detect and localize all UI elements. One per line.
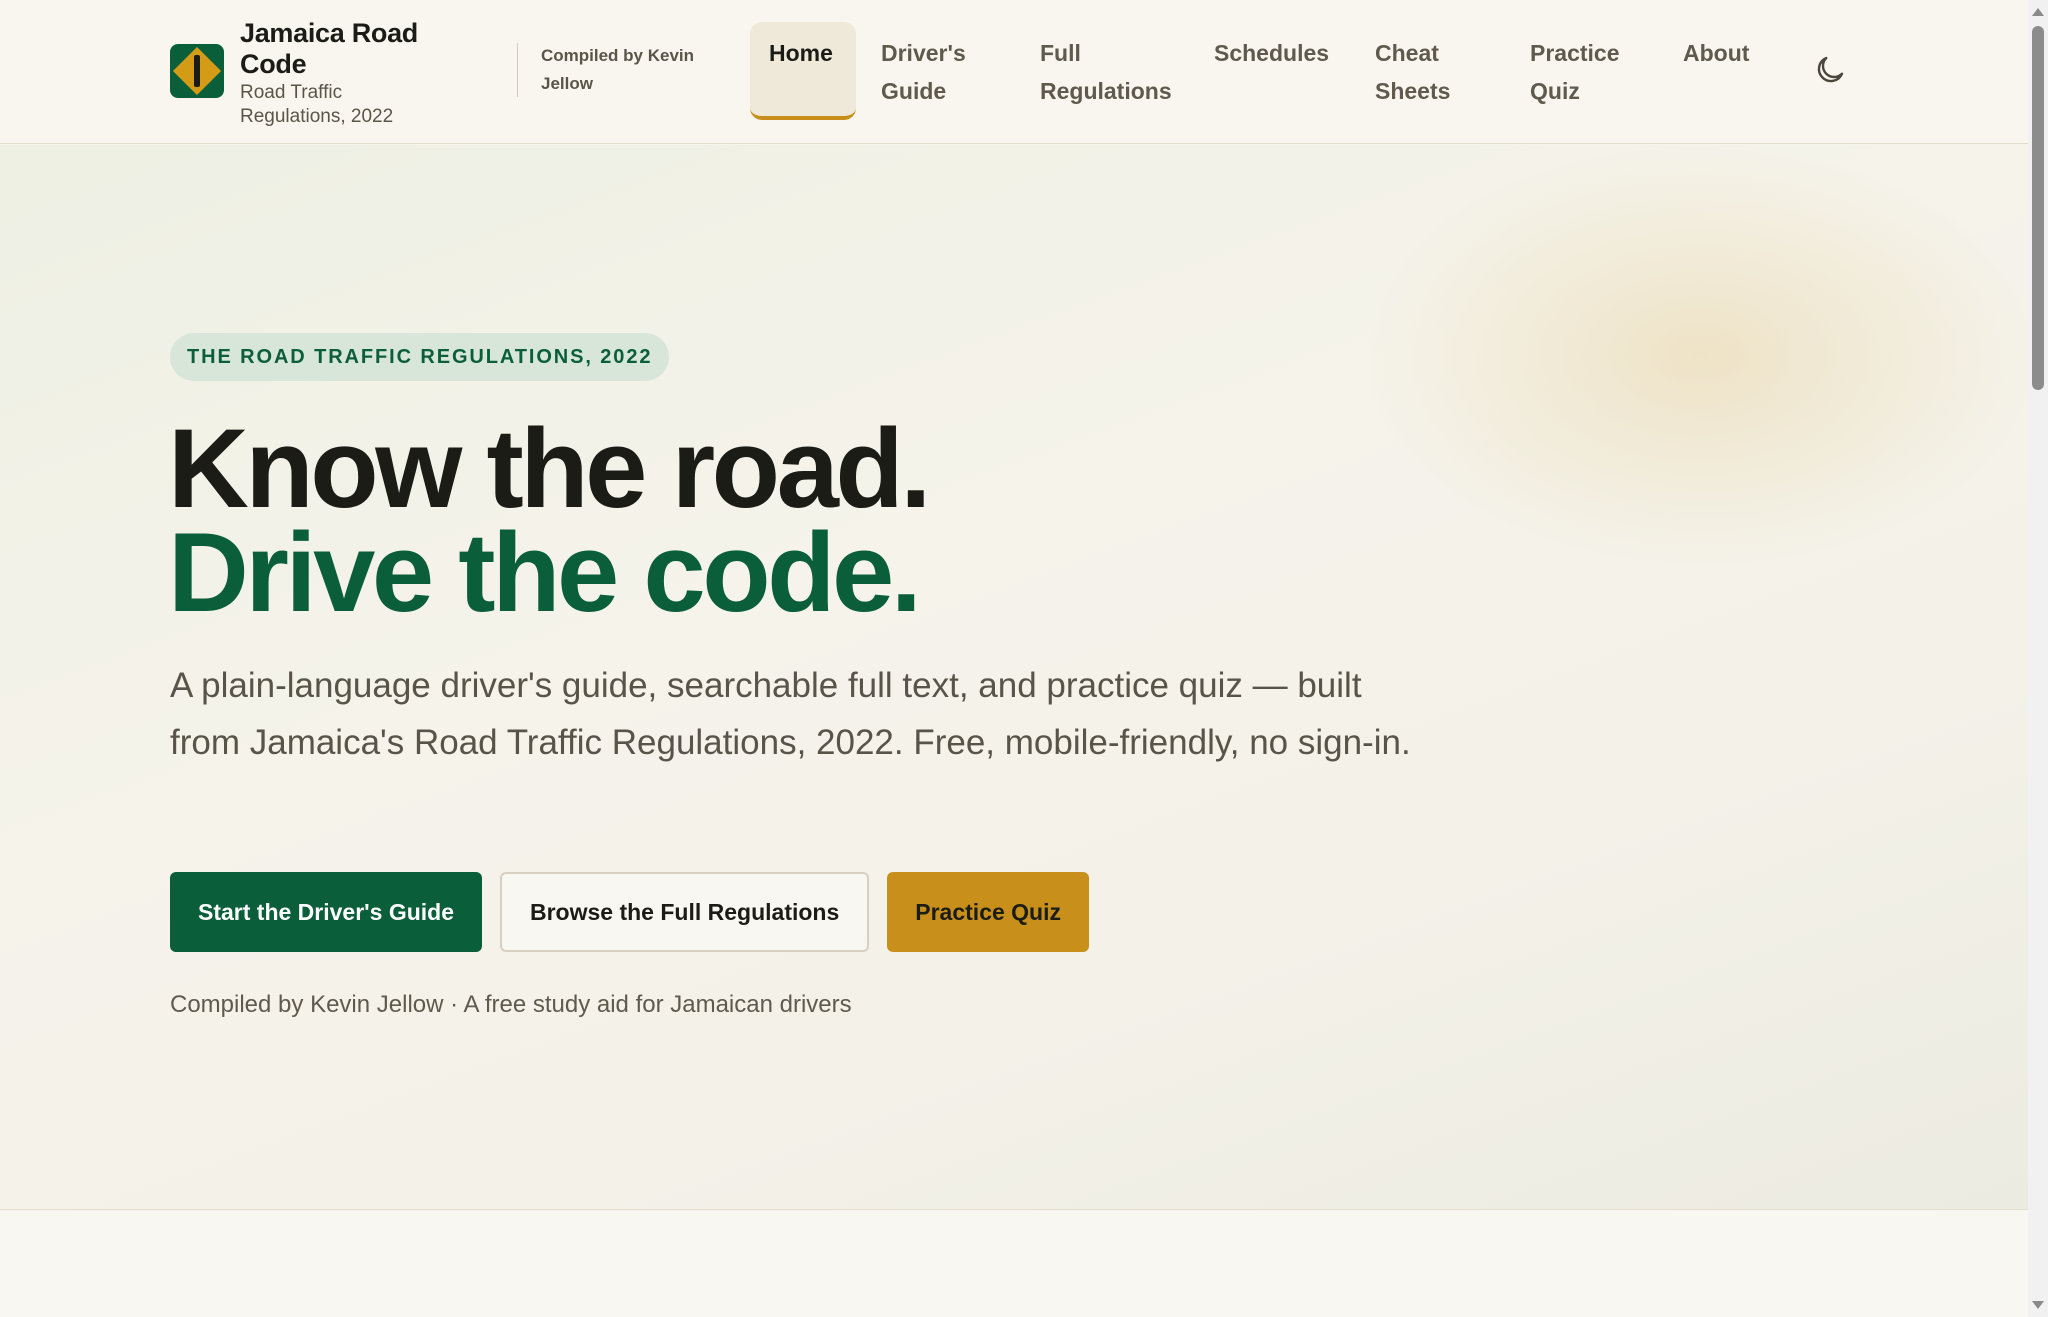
- page-scrollbar[interactable]: [2028, 0, 2048, 1317]
- nav-item-drivers-guide[interactable]: Driver's Guide: [862, 22, 1002, 120]
- brand-title: Jamaica Road Code: [240, 18, 418, 79]
- brand-home-link[interactable]: Jamaica Road Code Road Traffic Regulatio…: [170, 18, 430, 129]
- nav-item-schedules[interactable]: Schedules: [1195, 22, 1341, 120]
- nav-item-cheat-sheets[interactable]: Cheat Sheets: [1356, 22, 1476, 120]
- page: Jamaica Road Code Road Traffic Regulatio…: [0, 0, 2048, 1317]
- compiled-by-label: Compiled by Kevin Jellow: [541, 46, 695, 93]
- scroll-thumb[interactable]: [2032, 26, 2044, 390]
- hero-eyebrow-badge: THE ROAD TRAFFIC REGULATIONS, 2022: [170, 333, 670, 381]
- hero-cta-row: Start the Driver's Guide Browse the Full…: [170, 872, 1089, 952]
- hero-headline: Know the road. Drive the code.: [168, 406, 931, 635]
- scroll-up-arrow-icon[interactable]: [2032, 8, 2044, 16]
- nav-item-home[interactable]: Home: [750, 22, 856, 120]
- brand-subtitle: Road Traffic Regulations, 2022: [240, 82, 394, 127]
- headline-line-2: Drive the code.: [168, 510, 922, 635]
- hero-lede: A plain-language driver's guide, searcha…: [170, 666, 1411, 762]
- hero-credit: Compiled by Kevin Jellow · A free study …: [170, 991, 852, 1018]
- brand-text: Jamaica Road Code Road Traffic Regulatio…: [240, 18, 430, 129]
- theme-toggle-button[interactable]: [1812, 52, 1848, 88]
- header-divider: [517, 43, 518, 97]
- moon-icon: [1817, 56, 1844, 83]
- browse-full-regulations-button[interactable]: Browse the Full Regulations: [500, 872, 870, 952]
- practice-quiz-button[interactable]: Practice Quiz: [887, 872, 1089, 952]
- nav-item-full-regulations[interactable]: Full Regulations: [1021, 22, 1181, 120]
- hero-section: THE ROAD TRAFFIC REGULATIONS, 2022 Know …: [0, 145, 2028, 1210]
- next-section: [0, 1211, 2028, 1317]
- scroll-down-arrow-icon[interactable]: [2032, 1301, 2044, 1309]
- site-header: Jamaica Road Code Road Traffic Regulatio…: [0, 0, 2028, 144]
- nav-item-practice-quiz[interactable]: Practice Quiz: [1511, 22, 1651, 120]
- road-sign-diamond-icon: [170, 44, 224, 98]
- headline-line-1: Know the road.: [168, 406, 931, 531]
- start-drivers-guide-button[interactable]: Start the Driver's Guide: [170, 872, 482, 952]
- nav-item-about[interactable]: About: [1664, 22, 1774, 120]
